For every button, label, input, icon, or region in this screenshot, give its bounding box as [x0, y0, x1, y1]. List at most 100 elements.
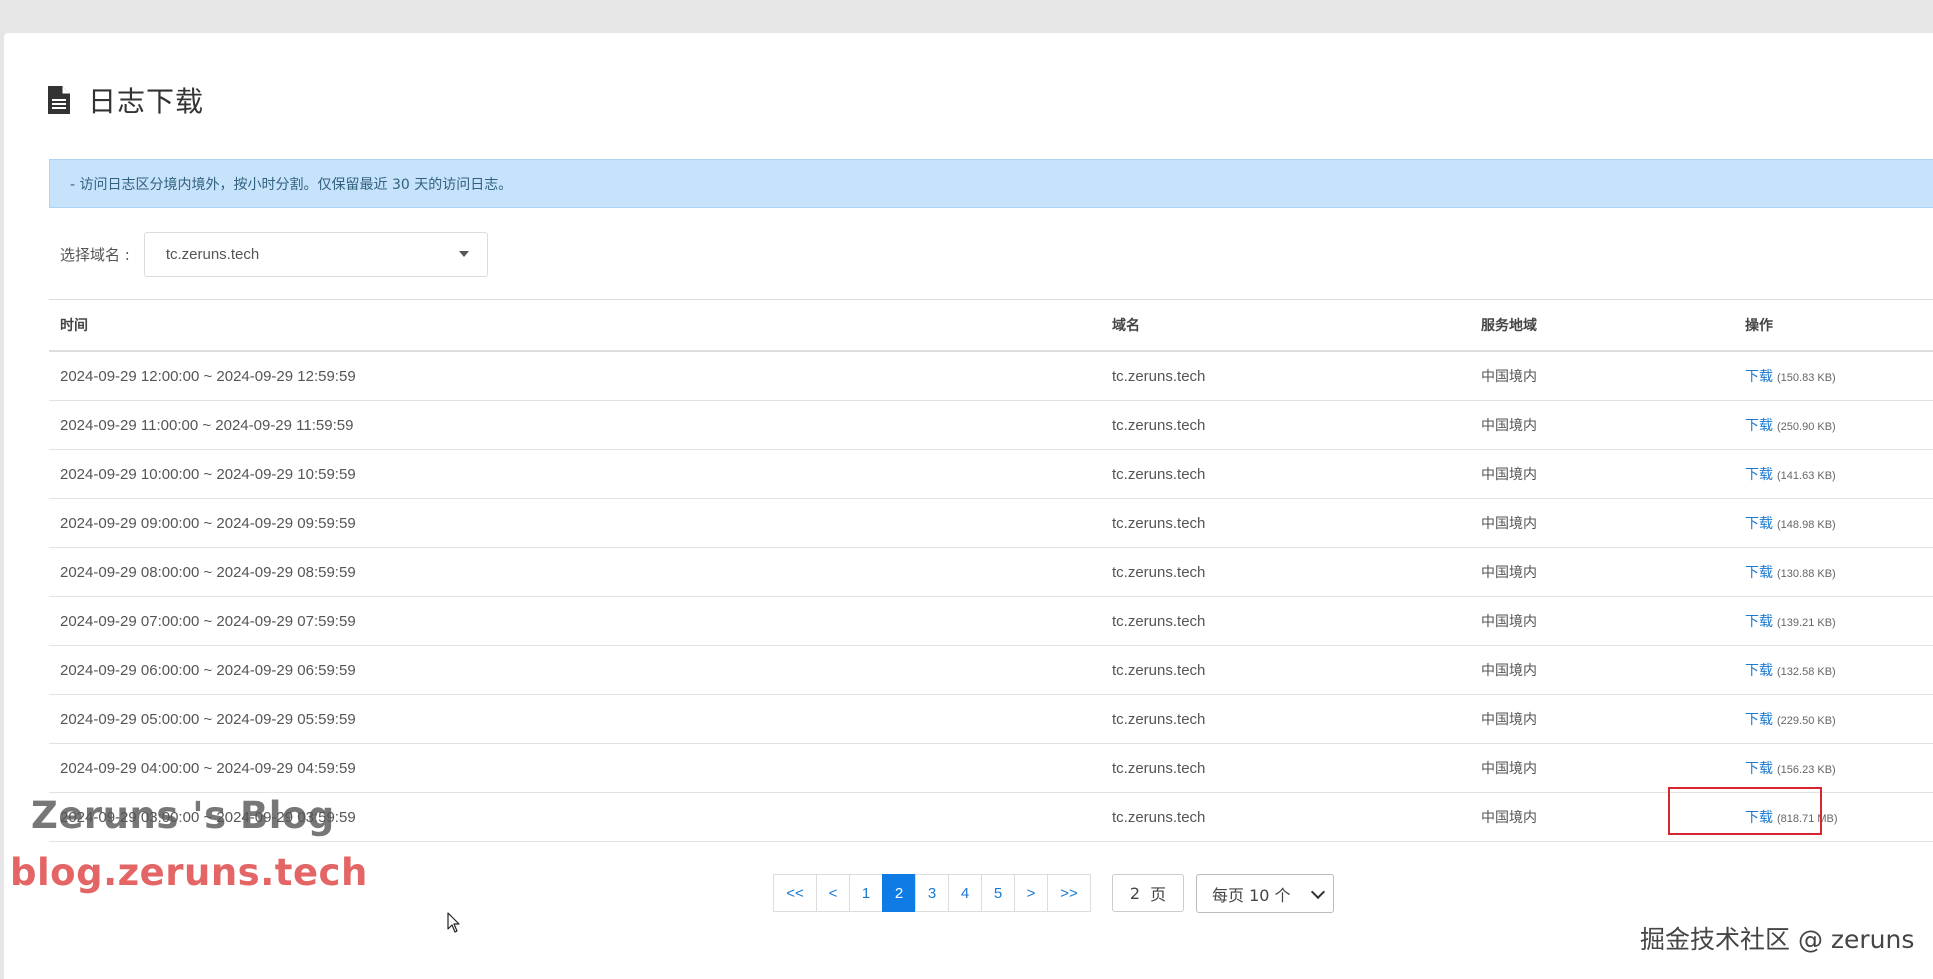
cell-domain: tc.zeruns.tech — [1112, 465, 1206, 483]
table-row: 2024-09-29 12:00:00 ~ 2024-09-29 12:59:5… — [49, 352, 1933, 401]
download-link[interactable]: 下载 — [1745, 614, 1773, 630]
cell-action: 下载 (148.98 KB) — [1745, 513, 1933, 533]
cell-region: 中国境内 — [1481, 761, 1537, 777]
file-size: (250.90 KB) — [1777, 421, 1836, 433]
page-button-2[interactable]: 2 — [882, 874, 916, 912]
cell-action: 下载 (141.63 KB) — [1745, 464, 1933, 484]
domain-select[interactable]: tc.zeruns.tech — [143, 231, 488, 277]
download-link[interactable]: 下载 — [1745, 712, 1773, 728]
cell-region: 中国境内 — [1481, 614, 1537, 630]
pagination: << < 1 2 3 4 5 > >> — [773, 874, 1091, 912]
page-prev-button[interactable]: < — [816, 874, 850, 912]
file-size: (130.88 KB) — [1777, 568, 1836, 580]
goto-page-input[interactable]: 2 页 — [1112, 874, 1184, 912]
file-size: (139.21 KB) — [1777, 617, 1836, 629]
cell-domain: tc.zeruns.tech — [1112, 367, 1206, 385]
header-action: 操作 — [1745, 318, 1773, 334]
cell-time: 2024-09-29 08:00:00 ~ 2024-09-29 08:59:5… — [60, 563, 356, 581]
file-size: (156.23 KB) — [1777, 764, 1836, 776]
download-link[interactable]: 下载 — [1745, 369, 1773, 385]
cell-region: 中国境内 — [1481, 516, 1537, 532]
cell-domain: tc.zeruns.tech — [1112, 759, 1206, 777]
table-row: 2024-09-29 05:00:00 ~ 2024-09-29 05:59:5… — [49, 695, 1933, 744]
cell-action: 下载 (139.21 KB) — [1745, 611, 1933, 631]
blog-watermark: Zeruns 's Blog — [31, 794, 335, 837]
cell-time: 2024-09-29 10:00:00 ~ 2024-09-29 10:59:5… — [60, 465, 356, 483]
highlight-box — [1668, 787, 1822, 835]
table-row: 2024-09-29 10:00:00 ~ 2024-09-29 10:59:5… — [49, 450, 1933, 499]
cell-time: 2024-09-29 11:00:00 ~ 2024-09-29 11:59:5… — [60, 416, 354, 434]
file-size: (150.83 KB) — [1777, 372, 1836, 384]
page-button-5[interactable]: 5 — [981, 874, 1015, 912]
cell-region: 中国境内 — [1481, 712, 1537, 728]
mouse-cursor-icon — [447, 912, 460, 933]
header-domain: 域名 — [1112, 318, 1140, 334]
cell-domain: tc.zeruns.tech — [1112, 514, 1206, 532]
download-link[interactable]: 下载 — [1745, 761, 1773, 777]
page-header: 日志下载 — [48, 80, 204, 120]
file-size: (148.98 KB) — [1777, 519, 1836, 531]
cell-region: 中国境内 — [1481, 369, 1537, 385]
download-link[interactable]: 下载 — [1745, 663, 1773, 679]
header-region: 服务地域 — [1481, 318, 1537, 334]
file-size: (229.50 KB) — [1777, 715, 1836, 727]
domain-select-row: 选择域名 : tc.zeruns.tech — [60, 231, 488, 277]
page-last-button[interactable]: >> — [1047, 874, 1091, 912]
download-link[interactable]: 下载 — [1745, 565, 1773, 581]
page-first-button[interactable]: << — [773, 874, 817, 912]
goto-page-unit: 页 — [1150, 885, 1167, 904]
info-notice: - 访问日志区分境内境外，按小时分割。仅保留最近 30 天的访问日志。 — [49, 159, 1933, 208]
cell-action: 下载 (229.50 KB) — [1745, 709, 1933, 729]
file-size: (132.58 KB) — [1777, 666, 1836, 678]
table-row: 2024-09-29 08:00:00 ~ 2024-09-29 08:59:5… — [49, 548, 1933, 597]
cell-time: 2024-09-29 09:00:00 ~ 2024-09-29 09:59:5… — [60, 514, 356, 532]
page-button-1[interactable]: 1 — [849, 874, 883, 912]
cell-action: 下载 (250.90 KB) — [1745, 415, 1933, 435]
cell-domain: tc.zeruns.tech — [1112, 563, 1206, 581]
table-row: 2024-09-29 06:00:00 ~ 2024-09-29 06:59:5… — [49, 646, 1933, 695]
cell-region: 中国境内 — [1481, 565, 1537, 581]
cell-action: 下载 (150.83 KB) — [1745, 366, 1933, 386]
cell-domain: tc.zeruns.tech — [1112, 710, 1206, 728]
download-link[interactable]: 下载 — [1745, 467, 1773, 483]
cell-domain: tc.zeruns.tech — [1112, 661, 1206, 679]
page-title: 日志下载 — [88, 85, 205, 118]
page-button-3[interactable]: 3 — [915, 874, 949, 912]
log-table: 时间 域名 服务地域 操作 2024-09-29 12:00:00 ~ 2024… — [49, 299, 1933, 842]
domain-select-value: tc.zeruns.tech — [165, 245, 260, 263]
download-link[interactable]: 下载 — [1745, 418, 1773, 434]
header-time: 时间 — [60, 318, 88, 334]
cell-time: 2024-09-29 05:00:00 ~ 2024-09-29 05:59:5… — [60, 710, 356, 728]
blog-url-watermark: blog.zeruns.tech — [10, 851, 368, 894]
document-icon — [48, 86, 70, 114]
page-next-button[interactable]: > — [1014, 874, 1048, 912]
cell-time: 2024-09-29 12:00:00 ~ 2024-09-29 12:59:5… — [60, 367, 356, 385]
cell-action: 下载 (156.23 KB) — [1745, 758, 1933, 778]
cell-region: 中国境内 — [1481, 467, 1537, 483]
cell-region: 中国境内 — [1481, 663, 1537, 679]
file-size: (141.63 KB) — [1777, 470, 1836, 482]
cell-time: 2024-09-29 07:00:00 ~ 2024-09-29 07:59:5… — [60, 612, 356, 630]
cell-domain: tc.zeruns.tech — [1112, 416, 1206, 434]
table-row: 2024-09-29 07:00:00 ~ 2024-09-29 07:59:5… — [49, 597, 1933, 646]
juejin-watermark: 掘金技术社区 @ zeruns — [1640, 925, 1915, 954]
cell-action: 下载 (132.58 KB) — [1745, 660, 1933, 680]
per-page-value: 每页 10 个 — [1212, 885, 1291, 905]
goto-page-value: 2 — [1129, 883, 1141, 903]
table-row: 2024-09-29 09:00:00 ~ 2024-09-29 09:59:5… — [49, 499, 1933, 548]
caret-down-icon — [458, 251, 469, 257]
cell-region: 中国境内 — [1481, 418, 1537, 434]
cell-action: 下载 (130.88 KB) — [1745, 562, 1933, 582]
table-row: 2024-09-29 11:00:00 ~ 2024-09-29 11:59:5… — [49, 401, 1933, 450]
page-button-4[interactable]: 4 — [948, 874, 982, 912]
cell-domain: tc.zeruns.tech — [1112, 612, 1206, 630]
download-link[interactable]: 下载 — [1745, 516, 1773, 532]
cell-domain: tc.zeruns.tech — [1112, 808, 1206, 826]
cell-time: 2024-09-29 04:00:00 ~ 2024-09-29 04:59:5… — [60, 759, 356, 777]
table-row: 2024-09-29 04:00:00 ~ 2024-09-29 04:59:5… — [49, 744, 1933, 793]
chevron-down-icon — [1310, 884, 1326, 899]
table-header-row: 时间 域名 服务地域 操作 — [49, 300, 1933, 352]
domain-select-label: 选择域名 : — [60, 245, 130, 264]
cell-time: 2024-09-29 06:00:00 ~ 2024-09-29 06:59:5… — [60, 661, 356, 679]
per-page-select[interactable]: 每页 10 个 — [1196, 874, 1334, 913]
